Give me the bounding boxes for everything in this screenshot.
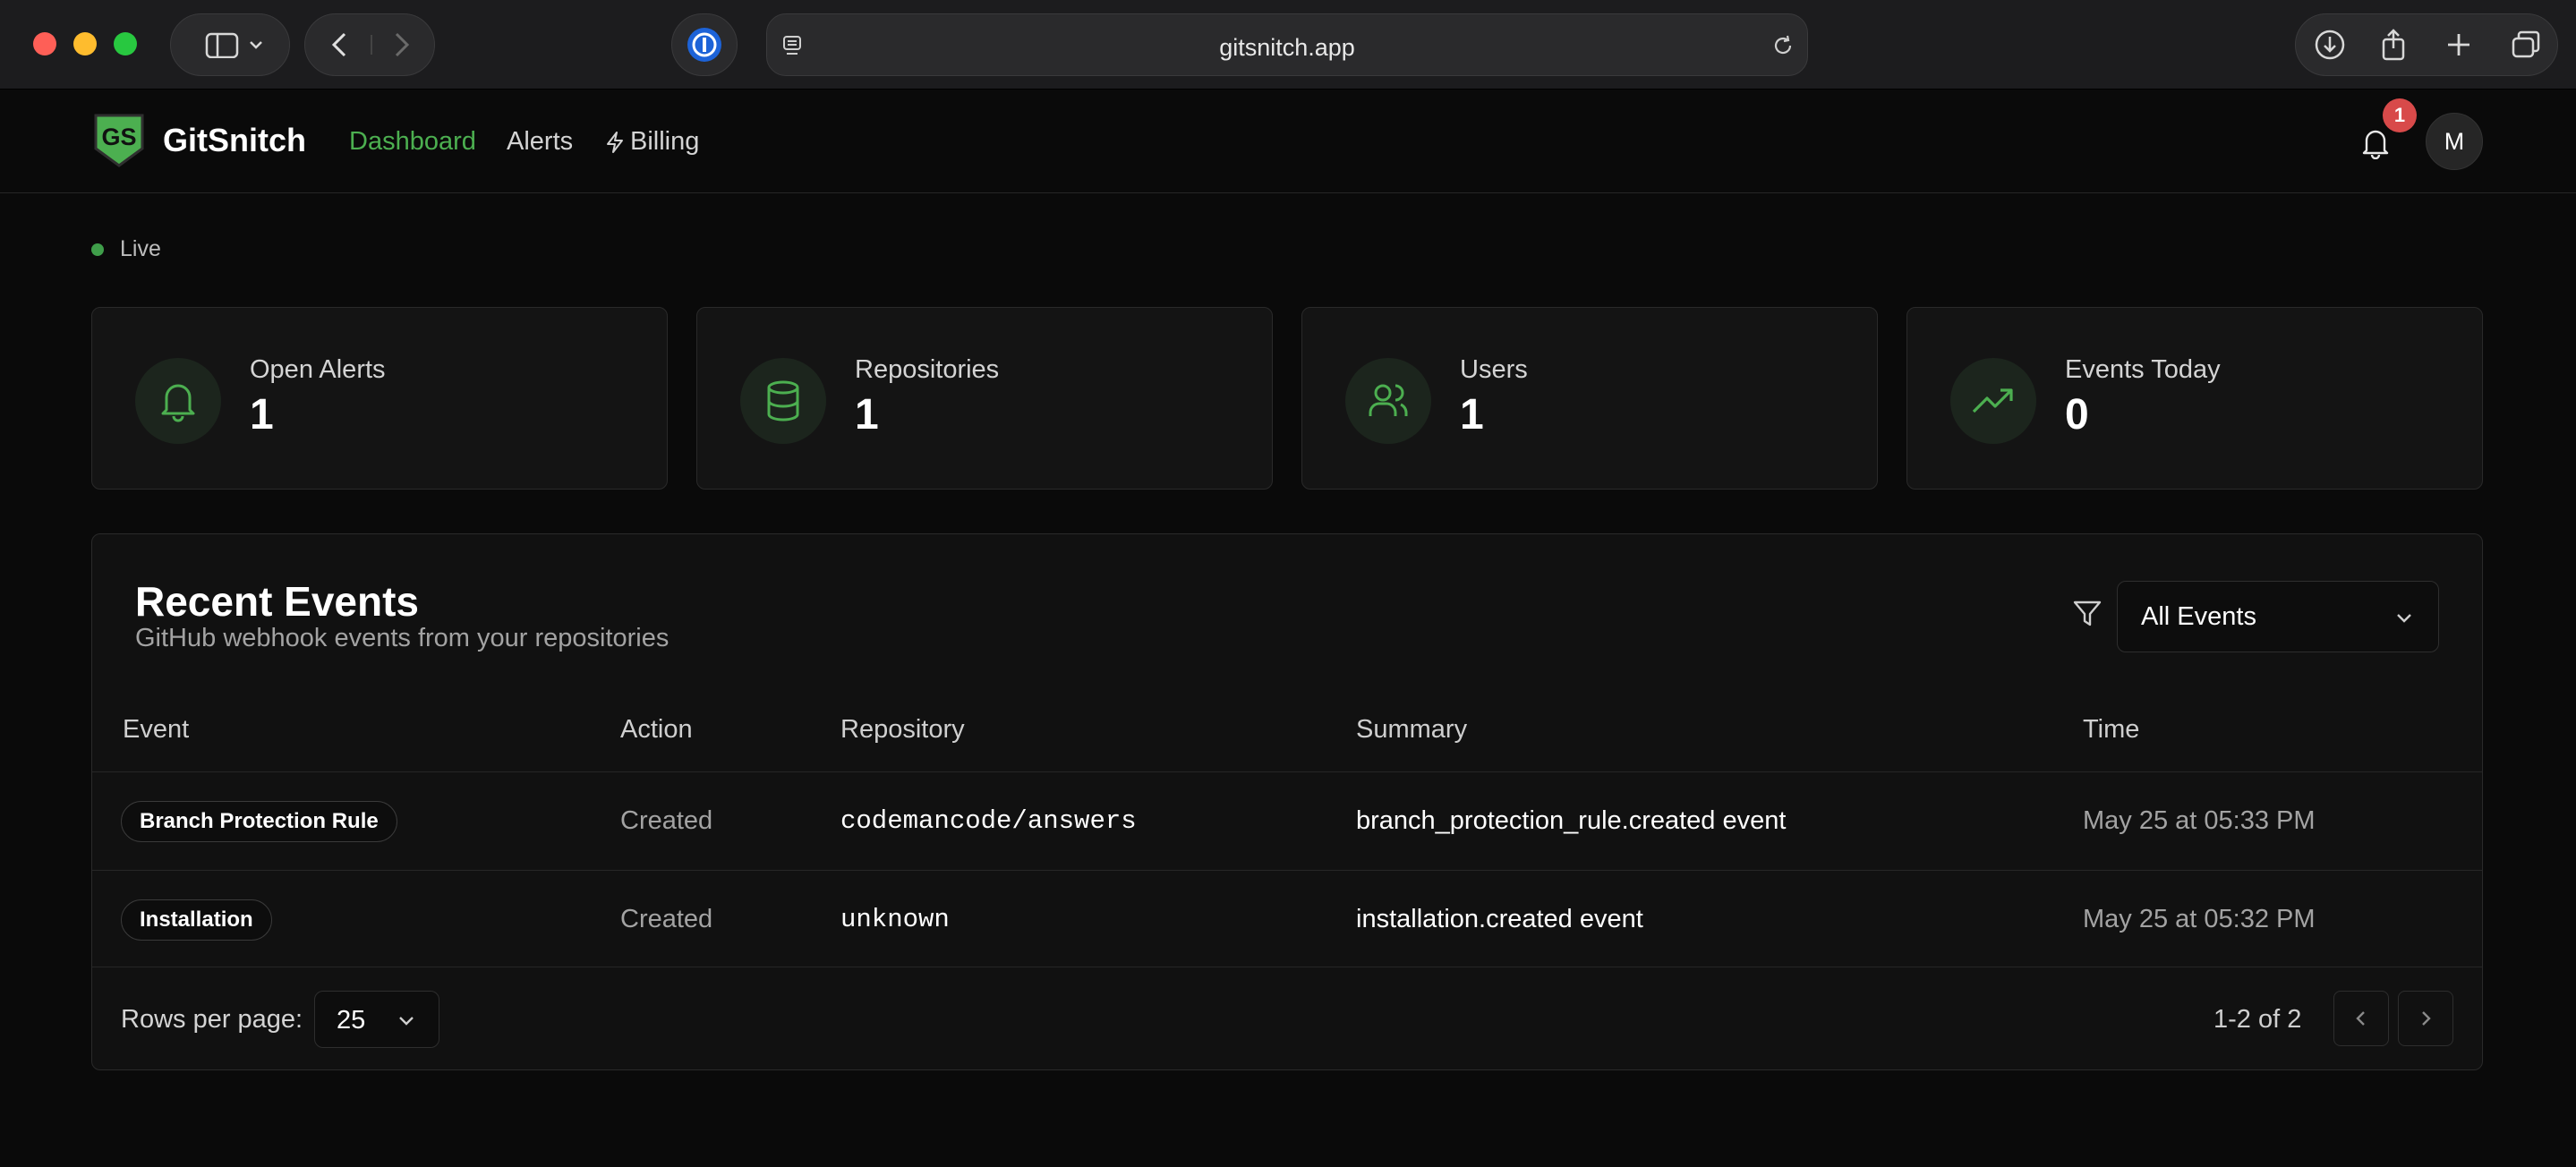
event-time: May 25 at 05:32 PM <box>2083 905 2316 933</box>
column-header-time[interactable]: Time <box>2083 715 2139 745</box>
rows-per-page-select[interactable]: 25 <box>314 991 439 1048</box>
stat-value: 1 <box>1460 391 1484 439</box>
logo-text: GS <box>101 124 136 150</box>
tab-overview-icon[interactable] <box>2512 30 2540 58</box>
nav-alerts[interactable]: Alerts <box>507 127 573 157</box>
download-icon[interactable] <box>2315 30 2345 60</box>
stat-label: Open Alerts <box>250 355 386 384</box>
live-indicator-dot <box>91 243 104 256</box>
panel-subtitle: GitHub webhook events from your reposito… <box>135 624 670 652</box>
nav-billing-label: Billing <box>630 127 700 156</box>
column-header-event[interactable]: Event <box>123 715 189 745</box>
previous-page-button[interactable] <box>2333 991 2389 1046</box>
password-manager-button[interactable] <box>671 13 738 76</box>
stat-card-repositories: Repositories 1 <box>696 307 1273 490</box>
column-header-summary[interactable]: Summary <box>1356 715 1467 745</box>
panel-title: Recent Events <box>135 578 420 625</box>
event-type-badge: Installation <box>121 899 272 941</box>
stat-value: 1 <box>855 391 879 439</box>
event-action: Created <box>620 905 713 933</box>
user-avatar[interactable]: M <box>2426 113 2483 170</box>
password-manager-icon <box>687 28 721 62</box>
history-navigation <box>304 13 435 76</box>
stat-card-users: Users 1 <box>1301 307 1878 490</box>
app-header: GS GitSnitch Dashboard Alerts Billing 1 … <box>0 89 2576 193</box>
browser-toolbar: gitsnitch.app <box>0 0 2576 89</box>
stat-label: Users <box>1460 355 1528 384</box>
stat-value: 0 <box>2065 391 2089 439</box>
bell-icon <box>135 358 221 444</box>
brand-name[interactable]: GitSnitch <box>163 122 306 159</box>
event-filter-select[interactable]: All Events <box>2117 581 2439 652</box>
stat-value: 1 <box>250 391 274 439</box>
table-row[interactable]: Installation Created unknown installatio… <box>92 870 2482 968</box>
chevron-down-icon <box>2397 614 2411 623</box>
event-repository: codemancode/answers <box>840 806 1137 836</box>
rows-per-page-value: 25 <box>337 1006 366 1035</box>
reload-icon[interactable] <box>1771 34 1795 57</box>
next-page-button[interactable] <box>2398 991 2453 1046</box>
event-action: Created <box>620 806 713 835</box>
forward-icon[interactable] <box>395 32 410 57</box>
event-summary: installation.created event <box>1356 905 1643 933</box>
notification-badge: 1 <box>2383 98 2417 132</box>
browser-actions <box>2295 13 2558 76</box>
chevron-right-icon <box>2422 1011 2431 1026</box>
event-summary: branch_protection_rule.created event <box>1356 806 1787 835</box>
event-repository: unknown <box>840 905 950 934</box>
sidebar-toggle-button[interactable] <box>170 13 290 76</box>
filter-icon <box>2073 601 2102 626</box>
url-text: gitsnitch.app <box>1219 34 1355 61</box>
minimize-window-button[interactable] <box>73 32 97 55</box>
chevron-down-icon <box>399 1017 414 1026</box>
rows-per-page-label: Rows per page: <box>121 1005 303 1034</box>
stat-label: Repositories <box>855 355 1000 384</box>
users-icon <box>1345 358 1431 444</box>
event-time: May 25 at 05:33 PM <box>2083 806 2316 835</box>
bell-icon <box>2362 130 2389 159</box>
share-icon[interactable] <box>2382 29 2405 61</box>
trending-up-icon <box>1950 358 2036 444</box>
event-type-badge: Branch Protection Rule <box>121 801 397 842</box>
address-bar[interactable]: gitsnitch.app <box>766 13 1808 76</box>
new-tab-icon[interactable] <box>2448 34 2469 55</box>
live-status: Live <box>120 236 161 261</box>
stat-card-events-today: Events Today 0 <box>1906 307 2483 490</box>
close-window-button[interactable] <box>33 32 56 55</box>
back-icon[interactable] <box>331 32 346 57</box>
stat-label: Events Today <box>2065 355 2221 384</box>
page-info: 1-2 of 2 <box>2213 1005 2302 1034</box>
event-filter-value: All Events <box>2141 602 2256 631</box>
lightning-icon <box>607 131 623 153</box>
database-icon <box>740 358 826 444</box>
table-row[interactable]: Branch Protection Rule Created codemanco… <box>92 771 2482 870</box>
column-header-action[interactable]: Action <box>620 715 693 745</box>
nav-dashboard[interactable]: Dashboard <box>349 127 476 157</box>
column-header-repository[interactable]: Repository <box>840 715 965 745</box>
zoom-window-button[interactable] <box>114 32 137 55</box>
stat-card-open-alerts: Open Alerts 1 <box>91 307 668 490</box>
chevron-left-icon <box>2356 1011 2365 1026</box>
nav-billing[interactable]: Billing <box>605 127 699 157</box>
gitsnitch-logo[interactable]: GS <box>93 113 145 168</box>
recent-events-panel: Recent Events GitHub webhook events from… <box>91 533 2483 1070</box>
table-pagination: Rows per page: 25 1-2 of 2 <box>92 967 2482 1069</box>
sidebar-icon <box>205 32 262 58</box>
